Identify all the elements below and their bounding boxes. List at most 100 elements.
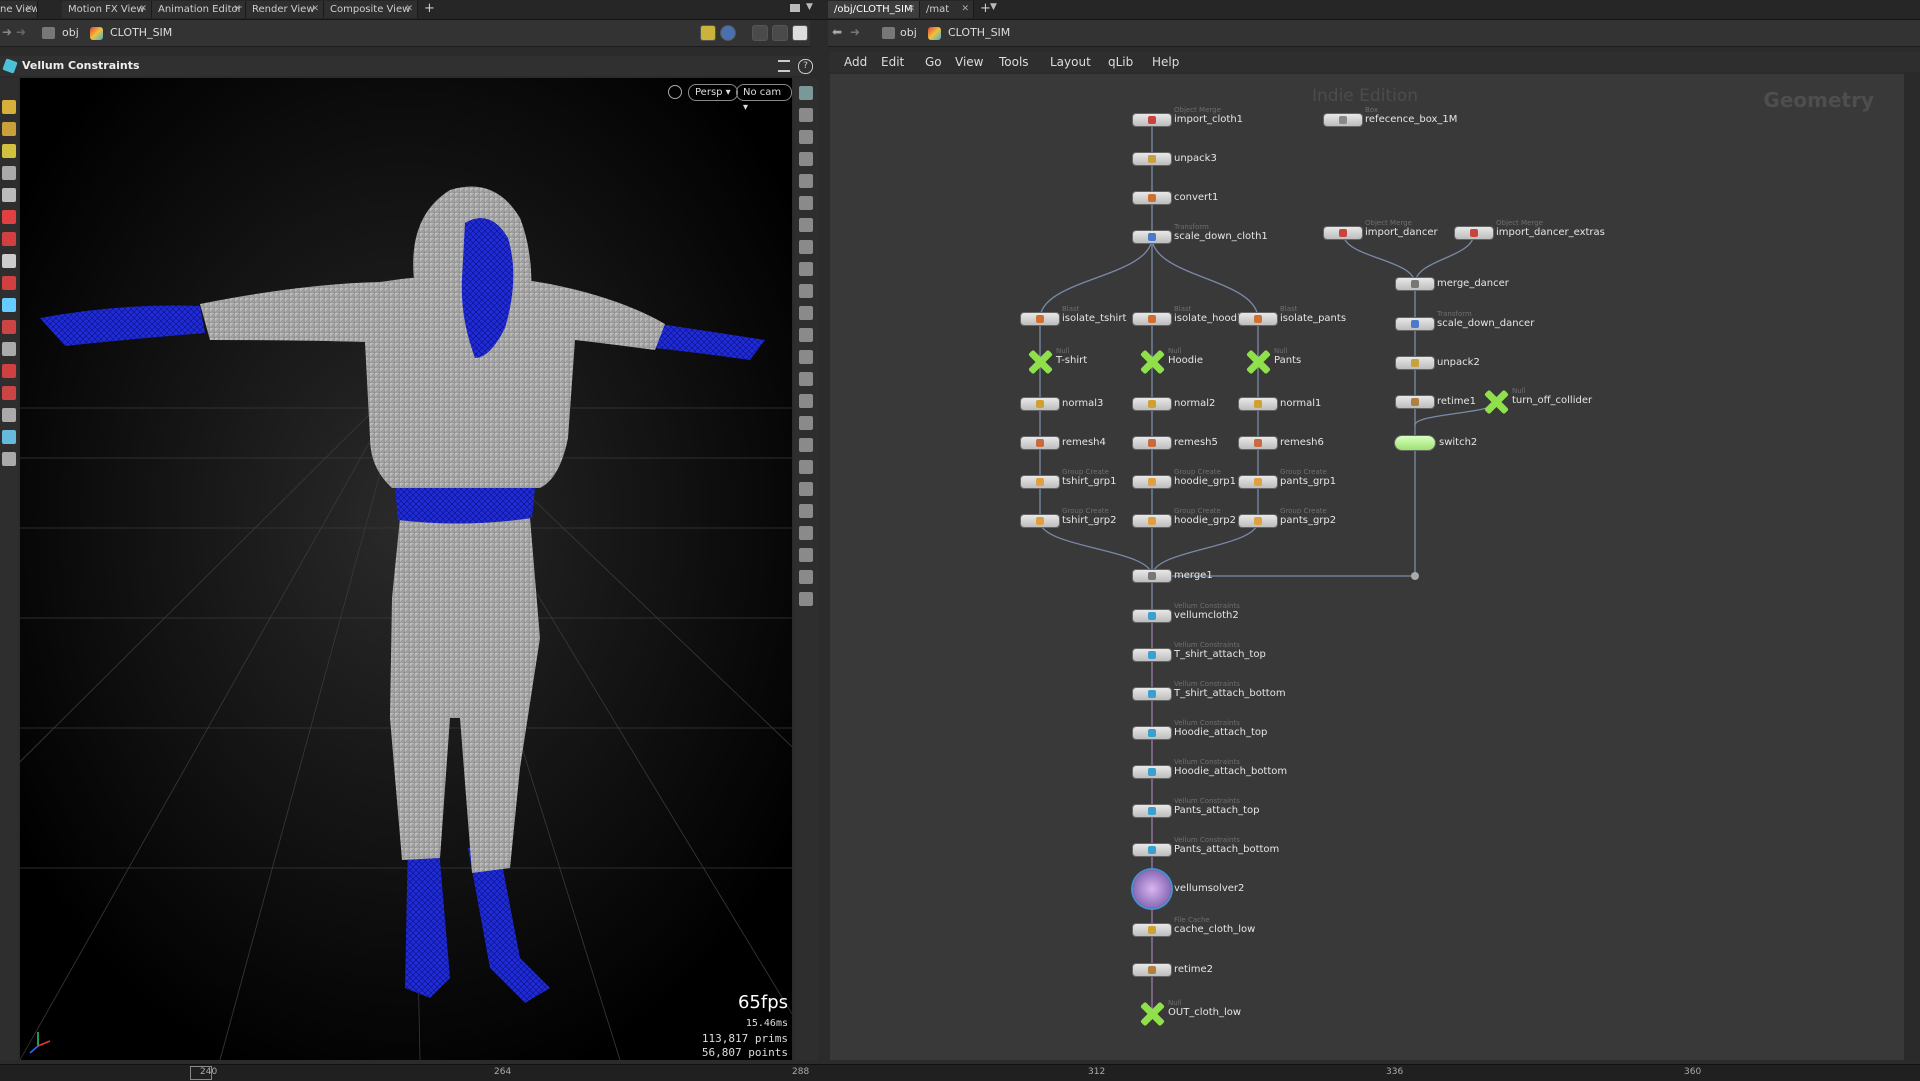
sop-node[interactable] <box>1133 688 1171 700</box>
display-options-icon[interactable] <box>752 25 768 41</box>
close-tab-icon[interactable]: ✕ <box>405 1 413 18</box>
tool-icon[interactable] <box>2 386 16 400</box>
display-option-icon[interactable] <box>799 592 813 606</box>
tool-icon[interactable] <box>2 298 16 312</box>
display-option-icon[interactable] <box>799 108 813 122</box>
display-option-icon[interactable] <box>799 174 813 188</box>
tool-icon[interactable] <box>2 122 16 136</box>
timeline[interactable]: 240 264 288 312 336 360 <box>0 1064 1920 1081</box>
sop-node[interactable] <box>1133 476 1171 488</box>
sop-node[interactable] <box>1021 515 1059 527</box>
back-arrow-icon[interactable]: ➜ <box>2 25 12 39</box>
pane-tab[interactable]: Composite View ✕ <box>324 1 418 18</box>
close-tab-icon[interactable]: ✕ <box>961 1 969 18</box>
sop-node[interactable] <box>1239 515 1277 527</box>
forward-arrow-icon[interactable]: ➜ <box>16 25 26 39</box>
pane-tab[interactable]: Motion FX View ✕ <box>62 1 152 18</box>
display-option-icon[interactable] <box>799 240 813 254</box>
display-option-icon[interactable] <box>799 460 813 474</box>
display-option-icon[interactable] <box>799 394 813 408</box>
tool-icon[interactable] <box>2 232 16 246</box>
sop-node[interactable] <box>1396 396 1434 408</box>
3d-viewport[interactable]: Persp ▾ No cam ▾ 65fps 15.46ms 113,817 p… <box>20 78 792 1060</box>
sop-node[interactable] <box>1239 476 1277 488</box>
menu-item-edit[interactable]: Edit <box>881 55 904 69</box>
sop-node[interactable] <box>1239 437 1277 449</box>
display-option-icon[interactable] <box>799 152 813 166</box>
menu-item-view[interactable]: View <box>955 55 983 69</box>
add-tab-icon[interactable]: + <box>424 1 435 16</box>
close-tab-icon[interactable]: ✕ <box>311 1 319 18</box>
sop-node[interactable] <box>1133 570 1171 582</box>
tool-icon[interactable] <box>2 210 16 224</box>
sop-node[interactable] <box>1133 610 1171 622</box>
display-option-icon[interactable] <box>799 350 813 364</box>
network-editor[interactable]: Indie Edition Geometry Object Merge impor… <box>830 74 1904 1060</box>
tool-icon[interactable] <box>2 144 16 158</box>
tool-icon[interactable] <box>2 408 16 422</box>
menu-item-go[interactable]: Go <box>925 55 942 69</box>
sop-node[interactable] <box>1021 476 1059 488</box>
path-context[interactable]: obj <box>62 26 79 39</box>
pane-menu-icon[interactable] <box>790 4 800 12</box>
display-option-icon[interactable] <box>799 548 813 562</box>
tool-icon[interactable] <box>2 188 16 202</box>
menu-item-tools[interactable]: Tools <box>999 55 1029 69</box>
sop-node[interactable] <box>1239 398 1277 410</box>
display-option-icon[interactable] <box>799 482 813 496</box>
sop-node[interactable] <box>1021 313 1059 325</box>
sop-node[interactable] <box>1133 766 1171 778</box>
sop-node[interactable] <box>1324 114 1362 126</box>
display-option-icon[interactable] <box>799 416 813 430</box>
display-option-icon[interactable] <box>799 526 813 540</box>
tool-icon[interactable] <box>2 364 16 378</box>
sop-node[interactable] <box>1239 313 1277 325</box>
link-toggle-icon[interactable] <box>720 25 736 41</box>
perspective-menu[interactable]: Persp ▾ <box>688 84 738 101</box>
sop-node[interactable] <box>1396 318 1434 330</box>
sop-node[interactable] <box>1133 231 1171 243</box>
path-node[interactable]: CLOTH_SIM <box>110 26 172 39</box>
tool-icon[interactable] <box>2 430 16 444</box>
dropdown-arrow-icon[interactable]: ▼ <box>806 2 813 12</box>
tool-icon[interactable] <box>2 320 16 334</box>
tool-icon[interactable] <box>2 452 16 466</box>
close-tab-icon[interactable]: ✕ <box>907 1 915 18</box>
pin-toggle-icon[interactable] <box>700 25 716 41</box>
close-tab-icon[interactable]: ✕ <box>233 1 241 18</box>
sop-node[interactable] <box>1133 844 1171 856</box>
pane-tab[interactable]: /mat ✕ <box>920 1 974 18</box>
sop-node[interactable] <box>1133 727 1171 739</box>
pane-tab[interactable]: Render View ✕ <box>246 1 324 18</box>
tool-icon[interactable] <box>2 276 16 290</box>
sop-node[interactable] <box>1133 114 1171 126</box>
null-node-icon[interactable] <box>1140 1002 1164 1026</box>
display-option-icon[interactable] <box>799 504 813 518</box>
display-option-icon[interactable] <box>799 130 813 144</box>
display-option-icon[interactable] <box>799 372 813 386</box>
sop-node[interactable] <box>1133 515 1171 527</box>
close-tab-icon[interactable]: ✕ <box>25 1 33 18</box>
menu-item-help[interactable]: Help <box>1152 55 1179 69</box>
operator-controls-icon[interactable] <box>778 60 790 72</box>
display-option-icon[interactable] <box>799 284 813 298</box>
tool-icon[interactable] <box>2 254 16 268</box>
sop-node[interactable] <box>1133 649 1171 661</box>
display-option-icon[interactable] <box>799 438 813 452</box>
sop-node[interactable] <box>1133 192 1171 204</box>
lock-camera-icon[interactable] <box>668 85 682 99</box>
display-option-icon[interactable] <box>799 86 813 100</box>
sop-node[interactable] <box>1133 313 1171 325</box>
camera-menu[interactable]: No cam ▾ <box>736 84 792 113</box>
pane-tab[interactable]: Animation Editor ✕ <box>152 1 246 18</box>
menu-item-add[interactable]: Add <box>844 55 867 69</box>
sop-node[interactable] <box>1396 357 1434 369</box>
close-tab-icon[interactable]: ✕ <box>139 1 147 18</box>
display-option-icon[interactable] <box>799 218 813 232</box>
display-option-icon[interactable] <box>799 306 813 320</box>
pane-tab[interactable]: Scene View✕ <box>0 1 38 18</box>
maximize-icon[interactable] <box>792 25 808 41</box>
sop-node[interactable] <box>1133 437 1171 449</box>
tool-icon[interactable] <box>2 342 16 356</box>
sop-node[interactable] <box>1133 964 1171 976</box>
